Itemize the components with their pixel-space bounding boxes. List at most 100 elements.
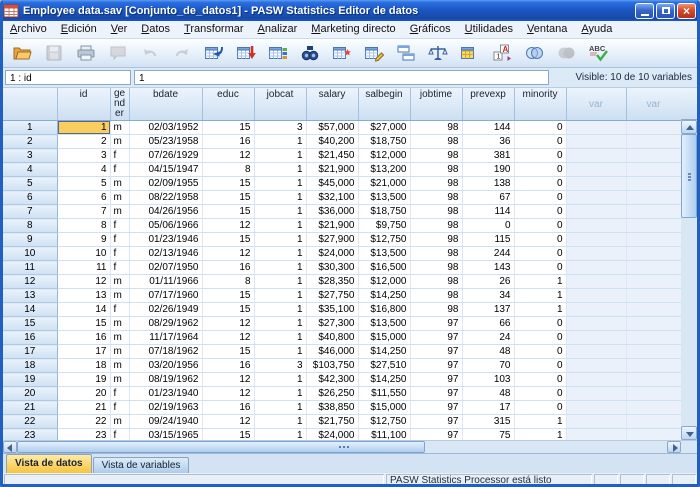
cell-var[interactable] [566, 191, 626, 205]
horizontal-scrollbar[interactable] [3, 440, 681, 453]
cell-educ[interactable]: 12 [202, 219, 254, 233]
cell-var[interactable] [626, 289, 681, 303]
spell-check-button[interactable]: ABC [584, 40, 612, 66]
cell-gender[interactable]: f [110, 387, 129, 401]
cell-prevexp[interactable]: 26 [462, 275, 514, 289]
cell-minority[interactable]: 0 [514, 373, 566, 387]
cell-salbegin[interactable]: $13,500 [358, 247, 410, 261]
cell-minority[interactable]: 1 [514, 415, 566, 429]
cell-var[interactable] [566, 121, 626, 135]
print-button[interactable] [72, 40, 100, 66]
cell-gender[interactable]: m [110, 177, 129, 191]
menu-ventana[interactable]: Ventana [520, 22, 574, 37]
cell-salary[interactable]: $103,750 [306, 359, 358, 373]
cell-id[interactable]: 13 [57, 289, 110, 303]
cell-minority[interactable]: 0 [514, 331, 566, 345]
cell-salbegin[interactable]: $13,500 [358, 317, 410, 331]
column-header-prevexp[interactable]: prevexp [462, 88, 514, 121]
cell-bdate[interactable]: 08/19/1962 [129, 373, 202, 387]
variable-sets-button[interactable] [520, 40, 548, 66]
cell-var[interactable] [626, 373, 681, 387]
value-labels-button[interactable]: 1A [488, 40, 516, 66]
cell-jobtime[interactable]: 97 [410, 401, 462, 415]
cell-jobcat[interactable]: 3 [254, 359, 306, 373]
cell-salary[interactable]: $27,300 [306, 317, 358, 331]
row-header[interactable]: 2 [3, 135, 57, 149]
cell-jobtime[interactable]: 98 [410, 247, 462, 261]
cell-var[interactable] [566, 317, 626, 331]
cell-var[interactable] [566, 345, 626, 359]
cell-id[interactable]: 5 [57, 177, 110, 191]
scroll-left-arrow[interactable] [3, 441, 17, 453]
cell-prevexp[interactable]: 137 [462, 303, 514, 317]
row-header[interactable]: 5 [3, 177, 57, 191]
cell-var[interactable] [626, 317, 681, 331]
row-header[interactable]: 7 [3, 205, 57, 219]
cell-salary[interactable]: $24,000 [306, 247, 358, 261]
cell-jobtime[interactable]: 98 [410, 177, 462, 191]
cell-var[interactable] [566, 135, 626, 149]
cell-educ[interactable]: 15 [202, 233, 254, 247]
cell-editor[interactable]: 1 [134, 70, 549, 85]
cell-educ[interactable]: 15 [202, 289, 254, 303]
cell-salary[interactable]: $40,800 [306, 331, 358, 345]
cell-var[interactable] [626, 191, 681, 205]
cell-minority[interactable]: 0 [514, 387, 566, 401]
cell-id[interactable]: 18 [57, 359, 110, 373]
column-header-educ[interactable]: educ [202, 88, 254, 121]
menu-marketing-directo[interactable]: Marketing directo [304, 22, 402, 37]
cell-var[interactable] [566, 373, 626, 387]
row-header[interactable]: 19 [3, 373, 57, 387]
cell-jobcat[interactable]: 1 [254, 261, 306, 275]
cell-educ[interactable]: 16 [202, 359, 254, 373]
cell-id[interactable]: 16 [57, 331, 110, 345]
cell-educ[interactable]: 12 [202, 373, 254, 387]
cell-jobtime[interactable]: 98 [410, 219, 462, 233]
cell-prevexp[interactable]: 138 [462, 177, 514, 191]
cell-minority[interactable]: 0 [514, 163, 566, 177]
cell-jobtime[interactable]: 98 [410, 261, 462, 275]
cell-var[interactable] [626, 415, 681, 429]
cell-gender[interactable]: m [110, 331, 129, 345]
cell-var[interactable] [566, 163, 626, 177]
cell-minority[interactable]: 0 [514, 121, 566, 135]
cell-jobtime[interactable]: 98 [410, 163, 462, 177]
cell-salbegin[interactable]: $18,750 [358, 205, 410, 219]
cell-var[interactable] [626, 303, 681, 317]
cell-gender[interactable]: m [110, 317, 129, 331]
cell-jobtime[interactable]: 97 [410, 415, 462, 429]
cell-bdate[interactable]: 05/06/1966 [129, 219, 202, 233]
close-button[interactable]: × [677, 3, 696, 19]
row-header[interactable]: 10 [3, 247, 57, 261]
cell-salary[interactable]: $28,350 [306, 275, 358, 289]
cell-jobtime[interactable]: 98 [410, 121, 462, 135]
row-header[interactable]: 4 [3, 163, 57, 177]
cell-educ[interactable]: 12 [202, 317, 254, 331]
cell-minority[interactable]: 0 [514, 261, 566, 275]
cell-prevexp[interactable]: 70 [462, 359, 514, 373]
cell-prevexp[interactable]: 34 [462, 289, 514, 303]
cell-gender[interactable]: f [110, 233, 129, 247]
insert-variable-button[interactable] [360, 40, 388, 66]
cell-jobtime[interactable]: 98 [410, 233, 462, 247]
menu-transformar[interactable]: Transformar [177, 22, 251, 37]
cell-jobcat[interactable]: 1 [254, 135, 306, 149]
cell-salbegin[interactable]: $16,800 [358, 303, 410, 317]
menu-edici-n[interactable]: Edición [54, 22, 104, 37]
row-header[interactable]: 3 [3, 149, 57, 163]
cell-jobtime[interactable]: 97 [410, 359, 462, 373]
cell-salary[interactable]: $35,100 [306, 303, 358, 317]
cell-prevexp[interactable]: 103 [462, 373, 514, 387]
menu-analizar[interactable]: Analizar [251, 22, 305, 37]
cell-jobtime[interactable]: 98 [410, 303, 462, 317]
cell-prevexp[interactable]: 244 [462, 247, 514, 261]
cell-bdate[interactable]: 03/20/1956 [129, 359, 202, 373]
cell-var[interactable] [626, 121, 681, 135]
cell-var[interactable] [566, 275, 626, 289]
cell-prevexp[interactable]: 66 [462, 317, 514, 331]
cell-salbegin[interactable]: $12,000 [358, 149, 410, 163]
cell-id[interactable]: 6 [57, 191, 110, 205]
goto-case-button[interactable] [200, 40, 228, 66]
cell-jobcat[interactable]: 1 [254, 345, 306, 359]
goto-variable-button[interactable] [232, 40, 260, 66]
